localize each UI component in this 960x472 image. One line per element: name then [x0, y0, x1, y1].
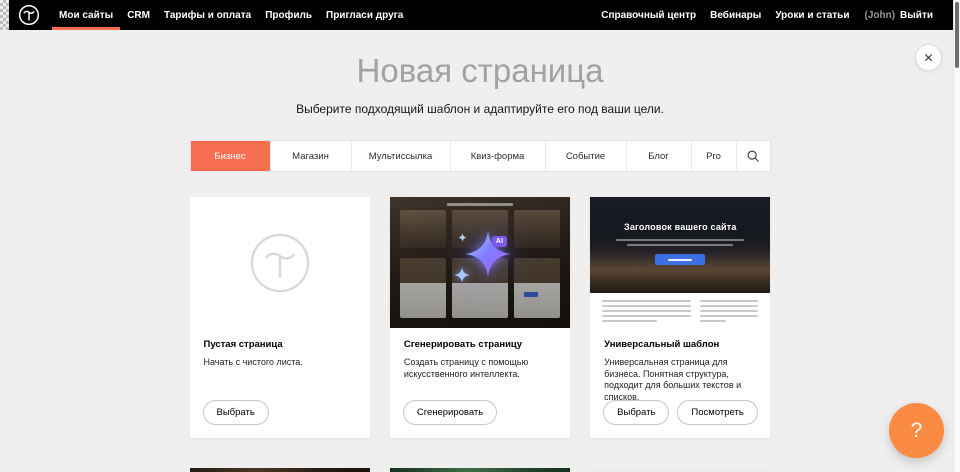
view-button[interactable]: Посмотреть [677, 400, 757, 425]
main-nav: Мои сайты CRM Тарифы и оплата Профиль Пр… [52, 0, 410, 30]
template-card-generate: AI Сгенерировать страницу Создать страни… [390, 197, 570, 438]
mini-card-placeholder [514, 210, 560, 248]
template-preview [390, 468, 570, 472]
blank-preview [190, 197, 370, 328]
tab-blog[interactable]: Блог [626, 141, 691, 171]
scrollbar-thumb[interactable] [955, 2, 959, 68]
nav-lessons[interactable]: Уроки и статьи [768, 10, 856, 21]
tilda-logo[interactable] [18, 4, 40, 26]
button-text-placeholder [668, 259, 692, 261]
card-actions: Выбрать Посмотреть [603, 400, 758, 425]
mini-button-placeholder [524, 292, 538, 297]
template-card[interactable] [390, 468, 570, 472]
universal-preview: Заголовок вашего сайта [590, 197, 770, 328]
user-name: (John) [856, 10, 897, 21]
nav-invite-friend[interactable]: Пригласи друга [319, 0, 410, 30]
tilda-logo-icon [18, 4, 40, 26]
nav-webinars[interactable]: Вебинары [703, 10, 768, 21]
close-button[interactable]: ✕ [915, 44, 942, 71]
template-preview [590, 468, 770, 472]
template-card-blank: Пустая страница Начать с чистого листа. … [190, 197, 370, 438]
text-line-placeholder [700, 310, 759, 312]
text-line-placeholder [616, 239, 744, 241]
template-grid-row2 [190, 468, 771, 472]
app-window: Мои сайты CRM Тарифы и оплата Профиль Пр… [0, 0, 960, 472]
text-line-placeholder [700, 305, 759, 307]
preview-site-heading: Заголовок вашего сайта [590, 197, 770, 232]
generate-button[interactable]: Сгенерировать [403, 400, 497, 425]
card-description: Создать страницу с помощью искусственног… [404, 357, 556, 380]
tilda-mark-icon [249, 232, 311, 294]
card-body: Универсальный шаблон Универсальная стран… [590, 328, 770, 404]
close-icon: ✕ [923, 52, 933, 64]
secondary-nav: Справочный центр Вебинары Уроки и статьи… [594, 0, 960, 30]
page-title: Новая страница [0, 54, 960, 88]
text-line-placeholder [627, 244, 733, 246]
ai-badge: AI [492, 236, 508, 247]
text-line-placeholder [602, 300, 690, 302]
card-title: Универсальный шаблон [604, 339, 756, 350]
card-actions: Выбрать [203, 400, 269, 425]
text-line-placeholder [447, 203, 513, 206]
card-title: Сгенерировать страницу [404, 339, 556, 350]
new-page-modal: ✕ Новая страница Выберите подходящий шаб… [0, 30, 960, 472]
text-line-placeholder [602, 305, 690, 307]
template-category-tabs: Бизнес Магазин Мультиссылка Квиз-форма С… [190, 140, 771, 172]
mini-card-placeholder [514, 258, 560, 318]
choose-button[interactable]: Выбрать [203, 400, 269, 425]
text-line-placeholder [700, 300, 759, 302]
search-tab[interactable] [736, 141, 770, 171]
preview-text-column [700, 300, 759, 325]
choose-button[interactable]: Выбрать [603, 400, 669, 425]
tab-shop[interactable]: Магазин [270, 141, 351, 171]
page-subtitle: Выберите подходящий шаблон и адаптируйте… [0, 102, 960, 116]
nav-crm[interactable]: CRM [120, 0, 157, 30]
preview-cta-button [655, 254, 705, 265]
tab-business[interactable]: Бизнес [191, 141, 270, 171]
text-line-placeholder [700, 315, 759, 317]
preview-hero: Заголовок вашего сайта [590, 197, 770, 293]
tab-quiz-form[interactable]: Квиз-форма [450, 141, 545, 171]
card-description: Начать с чистого листа. [204, 357, 356, 369]
mini-card-placeholder [400, 210, 446, 248]
help-button[interactable]: ? [889, 403, 944, 458]
nav-logout[interactable]: Выйти [897, 10, 940, 21]
preview-text-column [602, 300, 690, 325]
template-grid: Пустая страница Начать с чистого листа. … [190, 197, 771, 438]
text-line-placeholder [602, 310, 690, 312]
card-body: Пустая страница Начать с чистого листа. [190, 328, 370, 369]
scrollbar[interactable] [953, 0, 960, 472]
card-actions: Сгенерировать [403, 400, 497, 425]
preview-text-section [590, 293, 770, 325]
nav-help-center[interactable]: Справочный центр [594, 10, 703, 21]
ai-sparkle-icon: AI [456, 223, 520, 287]
text-line-placeholder [700, 320, 727, 322]
card-title: Пустая страница [204, 339, 356, 350]
mini-card-placeholder [400, 258, 446, 318]
template-card-universal: Заголовок вашего сайта [590, 197, 770, 438]
template-card[interactable] [590, 468, 770, 472]
nav-tariffs[interactable]: Тарифы и оплата [157, 0, 258, 30]
text-line-placeholder [602, 320, 657, 322]
text-line-placeholder [602, 315, 690, 317]
tab-multilink[interactable]: Мультиссылка [351, 141, 450, 171]
nav-profile[interactable]: Профиль [258, 0, 319, 30]
card-description: Универсальная страница для бизнеса. Поня… [604, 357, 756, 404]
checkered-strip [0, 0, 9, 30]
top-navigation-bar: Мои сайты CRM Тарифы и оплата Профиль Пр… [0, 0, 960, 30]
tab-event[interactable]: Событие [545, 141, 626, 171]
tab-pro[interactable]: Pro [691, 141, 736, 171]
ai-preview: AI [390, 197, 570, 328]
template-card[interactable] [190, 468, 370, 472]
card-body: Сгенерировать страницу Создать страницу … [390, 328, 570, 380]
nav-my-sites[interactable]: Мои сайты [52, 0, 120, 30]
search-icon [746, 149, 760, 163]
template-preview [190, 468, 370, 472]
